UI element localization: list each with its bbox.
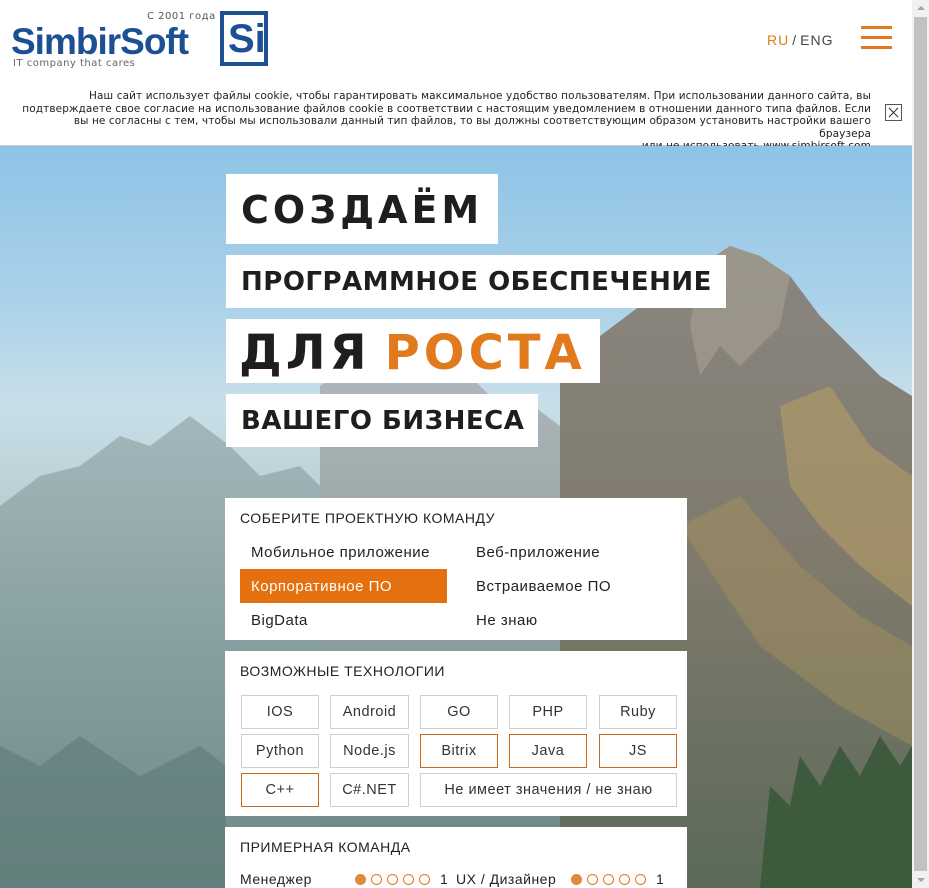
level-dot[interactable] [635, 874, 646, 885]
ux-designer-level-selector[interactable] [571, 874, 651, 886]
project-type-panel: СОБЕРИТЕ ПРОЕКТНУЮ КОМАНДУ Мобильное при… [225, 498, 687, 640]
cookie-notice-line: Наш сайт использует файлы cookie, чтобы … [89, 90, 871, 102]
hero-line-3-accent: РОСТА [384, 325, 586, 381]
simbirsoft-logo[interactable]: С 2001 года SimbirSoft Si IT company tha… [11, 11, 271, 71]
level-dot[interactable] [419, 874, 430, 885]
level-dot[interactable] [403, 874, 414, 885]
ux-designer-count: 1 [656, 871, 664, 887]
logo-mark: Si [220, 11, 268, 66]
technologies-panel: ВОЗМОЖНЫЕ ТЕХНОЛОГИИ IOS Android GO PHP … [225, 651, 687, 816]
manager-count: 1 [440, 871, 448, 887]
logo-tagline: IT company that cares [13, 58, 136, 69]
scroll-down-arrow-icon[interactable] [912, 871, 929, 888]
logo-mark-text: Si [228, 17, 266, 61]
tech-php[interactable]: PHP [509, 695, 587, 729]
tech-panel-title: ВОЗМОЖНЫЕ ТЕХНОЛОГИИ [240, 663, 445, 679]
level-dot[interactable] [387, 874, 398, 885]
tech-python[interactable]: Python [241, 734, 319, 768]
tech-js[interactable]: JS [599, 734, 677, 768]
tech-no-matter[interactable]: Не имеет значения / не знаю [420, 773, 677, 807]
level-dot[interactable] [571, 874, 582, 885]
scrollbar-thumb[interactable] [914, 17, 927, 875]
option-embedded-software[interactable]: Встраиваемое ПО [465, 569, 672, 603]
hero-line-3-word: ДЛЯ [239, 325, 371, 381]
tech-cpp[interactable]: C++ [241, 773, 319, 807]
level-dot[interactable] [603, 874, 614, 885]
level-dot[interactable] [355, 874, 366, 885]
tech-ios[interactable]: IOS [241, 695, 319, 729]
logo-wordmark: SimbirSoft [11, 21, 189, 62]
lang-eng-link[interactable]: ENG [800, 32, 833, 48]
hero-line-1: СОЗДАЁМ [226, 174, 499, 244]
cookie-notice-line: подтверждаете свое согласие на использов… [22, 102, 871, 115]
hero-section: СОЗДАЁМ ПРОГРАММНОЕ ОБЕСПЕЧЕНИЕ ДЛЯ РОСТА… [0, 146, 912, 888]
tech-android[interactable]: Android [330, 695, 409, 729]
manager-level-selector[interactable] [355, 874, 435, 886]
level-dot[interactable] [371, 874, 382, 885]
lang-separator: / [792, 32, 798, 48]
option-dont-know[interactable]: Не знаю [465, 603, 672, 637]
site-header: С 2001 года SimbirSoft Si IT company tha… [0, 0, 912, 152]
vertical-scrollbar[interactable] [912, 0, 929, 888]
close-icon[interactable] [885, 104, 902, 121]
tech-nodejs[interactable]: Node.js [330, 734, 409, 768]
tech-go[interactable]: GO [420, 695, 498, 729]
tech-ruby[interactable]: Ruby [599, 695, 677, 729]
team-panel: ПРИМЕРНАЯ КОМАНДА Менеджер 1 UX / Дизайн… [225, 827, 687, 888]
hero-line-4: ВАШЕГО БИЗНЕСА [226, 394, 539, 447]
hero-line-3: ДЛЯ РОСТА [226, 319, 600, 383]
lang-ru-link[interactable]: RU [767, 32, 789, 48]
cookie-notice: Наш сайт использует файлы cookie, чтобы … [20, 90, 871, 153]
option-mobile-app[interactable]: Мобильное приложение [240, 535, 447, 569]
hero-line-2: ПРОГРАММНОЕ ОБЕСПЕЧЕНИЕ [226, 255, 726, 308]
hamburger-icon[interactable] [861, 26, 892, 50]
option-enterprise-software[interactable]: Корпоративное ПО [240, 569, 447, 603]
option-bigdata[interactable]: BigData [240, 603, 447, 637]
team-role-label: Менеджер [240, 871, 312, 887]
tech-java[interactable]: Java [509, 734, 587, 768]
team-panel-title: ПРИМЕРНАЯ КОМАНДА [240, 839, 411, 855]
language-switcher: RU / ENG [767, 32, 833, 48]
level-dot[interactable] [619, 874, 630, 885]
tech-bitrix[interactable]: Bitrix [420, 734, 498, 768]
level-dot[interactable] [587, 874, 598, 885]
cookie-notice-line: вы не согласны с тем, чтобы мы использов… [73, 115, 871, 140]
option-web-app[interactable]: Веб-приложение [465, 535, 672, 569]
tech-csharp-net[interactable]: C#.NET [330, 773, 409, 807]
scroll-up-arrow-icon[interactable] [912, 0, 929, 17]
project-panel-title: СОБЕРИТЕ ПРОЕКТНУЮ КОМАНДУ [240, 510, 495, 526]
team-role-label: UX / Дизайнер [456, 871, 557, 887]
